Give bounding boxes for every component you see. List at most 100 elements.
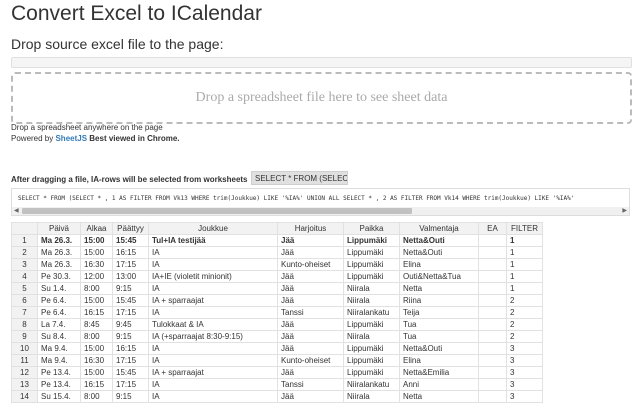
table-cell: 9:45 (112, 318, 149, 331)
table-cell: Jää (277, 294, 344, 307)
table-cell: Jää (277, 342, 344, 355)
table-cell: 3 (506, 390, 543, 403)
row-number: 8 (11, 318, 38, 331)
table-cell: Jää (277, 318, 344, 331)
row-number: 10 (11, 342, 38, 355)
row-number: 3 (11, 258, 38, 271)
table-cell: IA (148, 258, 278, 271)
table-cell: 15:00 (80, 342, 113, 355)
table-cell: Riina (399, 294, 479, 307)
column-header[interactable]: Paikka (343, 222, 400, 235)
table-cell: Jää (277, 282, 344, 295)
horizontal-scrollbar[interactable]: ◀ ▶ (12, 207, 629, 215)
table-cell: Pe 13.4. (37, 378, 81, 391)
column-header[interactable]: Päättyy (112, 222, 149, 235)
table-cell: Elina (399, 354, 479, 367)
table-cell: Ma 9.4. (37, 354, 81, 367)
table-cell: Su 15.4. (37, 390, 81, 403)
column-header[interactable]: Valmentaja (399, 222, 479, 235)
table-cell: La 7.4. (37, 318, 81, 331)
table-row[interactable]: 11 Ma 9.4. 16:30 17:15 IA Kunto-oheiset Lippum… (11, 354, 543, 367)
table-cell: Jää (277, 390, 344, 403)
table-row[interactable]: 13 Pe 13.4. 16:15 17:15 IA Tanssi Niiralankatu… (11, 378, 543, 391)
table-row[interactable]: 7 Pe 6.4. 16:15 17:15 IA Tanssi Niiralankatu Te… (11, 306, 543, 319)
row-number: 14 (11, 390, 38, 403)
table-cell: 9:15 (112, 330, 149, 343)
scrollbar-thumb[interactable] (22, 208, 412, 214)
table-cell: Lippumäki (343, 246, 400, 259)
table-row[interactable]: 8 La 7.4. 8:45 9:45 Tulokkaat & IA Jää Lippumä… (11, 318, 543, 331)
table-cell: Niirala (343, 294, 400, 307)
table-cell: Tulokkaat & IA (148, 318, 278, 331)
table-cell: 3 (506, 366, 543, 379)
table-row[interactable]: 3 Ma 26.3. 16:30 17:15 IA Kunto-oheiset Lippum… (11, 258, 543, 271)
column-header[interactable]: FILTER (506, 222, 543, 235)
table-row[interactable]: 2 Ma 26.3. 15:00 16:15 IA Jää Lippumäki Netta&O… (11, 246, 543, 259)
table-cell: Anni (399, 378, 479, 391)
table-row[interactable]: 12 Pe 13.4. 15:00 15:45 IA + sparraajat Jää Li… (11, 366, 543, 379)
progress-bar (11, 57, 632, 68)
sheetjs-link[interactable]: SheetJS (55, 134, 87, 143)
table-cell: 16:15 (80, 378, 113, 391)
table-cell: Su 1.4. (37, 282, 81, 295)
table-cell: Niirala (343, 282, 400, 295)
table-cell: 17:15 (112, 354, 149, 367)
table-cell: IA+IE (violetit minionit) (148, 270, 278, 283)
column-header[interactable] (11, 222, 38, 235)
column-header[interactable]: Harjoitus (277, 222, 344, 235)
table-cell: IA (148, 246, 278, 259)
table-cell: 15:45 (112, 294, 149, 307)
table-cell: 3 (506, 378, 543, 391)
table-cell: Netta (399, 282, 479, 295)
table-cell: 17:15 (112, 258, 149, 271)
column-header[interactable]: Joukkue (148, 222, 278, 235)
table-cell: Elina (399, 258, 479, 271)
table-row[interactable]: 6 Pe 6.4. 15:00 15:45 IA + sparraajat Jää Niir… (11, 294, 543, 307)
table-cell (478, 318, 507, 331)
table-cell: 8:45 (80, 318, 113, 331)
table-cell: 1 (506, 258, 543, 271)
sql-text[interactable]: SELECT * FROM (SELECT * , 1 AS FILTER FR… (18, 195, 574, 202)
table-cell (478, 294, 507, 307)
table-cell: Tanssi (277, 306, 344, 319)
row-number: 13 (11, 378, 38, 391)
table-row[interactable]: 14 Su 15.4. 8:00 9:15 IA Jää Niirala Netta 3 (11, 390, 543, 403)
table-cell: Tua (399, 318, 479, 331)
table-cell: Lippumäki (343, 258, 400, 271)
row-number: 7 (11, 306, 38, 319)
table-cell: 1 (506, 270, 543, 283)
table-cell: IA (148, 354, 278, 367)
table-cell: Jää (277, 246, 344, 259)
table-cell: Ma 26.3. (37, 246, 81, 259)
table-cell: 2 (506, 330, 543, 343)
table-cell: 1 (506, 282, 543, 295)
table-cell: IA + sparraajat (148, 294, 278, 307)
row-number: 9 (11, 330, 38, 343)
table-cell: IA (148, 342, 278, 355)
drop-zone[interactable]: Drop a spreadsheet file here to see shee… (11, 72, 632, 124)
row-number: 1 (11, 234, 38, 247)
sql-textbox[interactable]: SELECT * FROM (SELECT * , 1 AS FILTER FR… (11, 188, 630, 216)
column-header[interactable]: Päivä (37, 222, 81, 235)
table-cell (478, 246, 507, 259)
query-button[interactable]: SELECT * FROM (SELECT (251, 171, 348, 185)
table-cell: Lippumäki (343, 234, 400, 247)
table-cell (478, 342, 507, 355)
scroll-right-icon[interactable]: ▶ (622, 207, 627, 215)
table-cell (478, 258, 507, 271)
table-cell: 9:15 (112, 282, 149, 295)
table-row[interactable]: 10 Ma 9.4. 15:00 16:15 IA Jää Lippumäki Netta&O… (11, 342, 543, 355)
column-header[interactable]: EA (478, 222, 507, 235)
table-cell: Lippumäki (343, 366, 400, 379)
table-cell (478, 270, 507, 283)
table-row[interactable]: 9 Su 8.4. 8:00 9:15 IA (+sparraajat 8:30-9:1… (11, 330, 543, 343)
table-row[interactable]: 5 Su 1.4. 8:00 9:15 IA Jää Niirala Netta 1 (11, 282, 543, 295)
table-row[interactable]: 1 Ma 26.3. 15:00 15:45 Tul+IA testijää Jää Lip… (11, 234, 543, 247)
table-cell: Tua (399, 330, 479, 343)
table-row[interactable]: 4 Pe 30.3. 12:00 13:00 IA+IE (violetit minio… (11, 270, 543, 283)
table-cell: Netta (399, 390, 479, 403)
column-header[interactable]: Alkaa (80, 222, 113, 235)
table-cell: IA (148, 282, 278, 295)
scroll-left-icon[interactable]: ◀ (14, 207, 19, 215)
table-cell: Niiralankatu (343, 378, 400, 391)
